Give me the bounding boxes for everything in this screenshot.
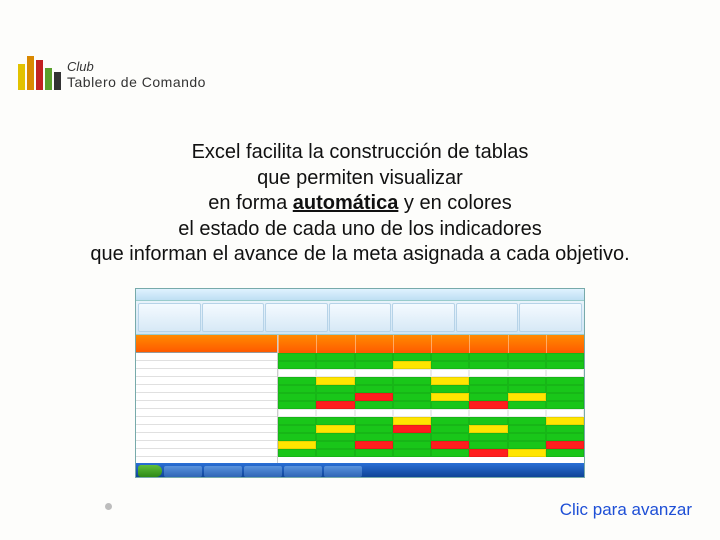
logo-line1: Club — [67, 60, 206, 74]
logo-text: Club Tablero de Comando — [67, 60, 206, 90]
windows-taskbar — [136, 463, 584, 478]
status-matrix — [278, 353, 584, 457]
para-line-4: el estado de cada uno de los indicadores — [0, 217, 720, 243]
para-line-3: en forma automática y en colores — [0, 191, 720, 217]
start-button-icon — [138, 465, 162, 477]
emphasis-automatica: automática — [293, 192, 399, 214]
bullet-icon — [105, 503, 112, 510]
para-line-1: Excel facilita la construcción de tablas — [0, 140, 720, 166]
advance-link[interactable]: Clic para avanzar — [560, 500, 692, 520]
para-line-5: que informan el avance de la meta asigna… — [0, 242, 720, 268]
excel-sheet — [136, 335, 584, 463]
brand-logo: Club Tablero de Comando — [18, 50, 206, 90]
sheet-row-headers — [136, 335, 278, 463]
logo-bars-icon — [18, 50, 61, 90]
excel-screenshot — [135, 288, 585, 478]
para-line-2: que permiten visualizar — [0, 166, 720, 192]
sheet-data-area — [278, 335, 584, 463]
logo-line2: Tablero de Comando — [67, 75, 206, 90]
excel-titlebar — [136, 289, 584, 301]
slide-paragraph: Excel facilita la construcción de tablas… — [0, 140, 720, 268]
excel-ribbon — [136, 301, 584, 335]
